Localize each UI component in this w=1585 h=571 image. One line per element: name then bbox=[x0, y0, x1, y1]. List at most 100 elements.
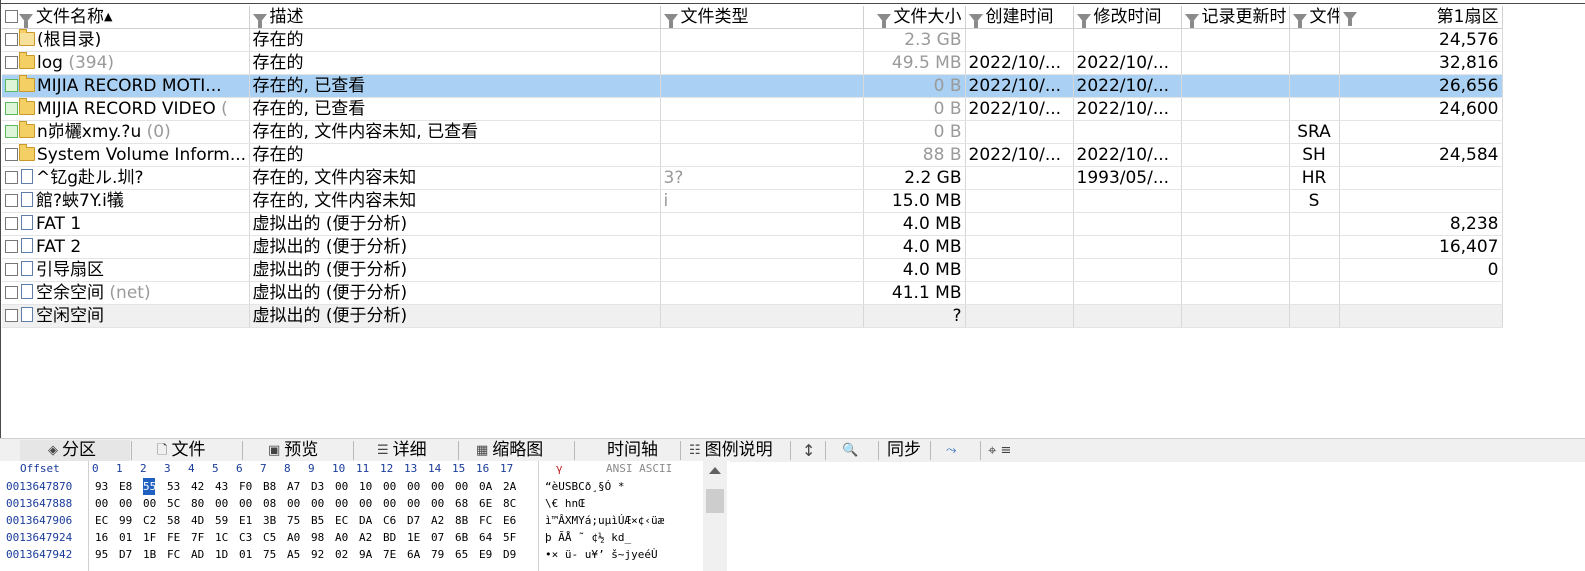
column-header-record-updated[interactable]: 记录更新时 bbox=[1181, 6, 1290, 29]
row-checkbox[interactable] bbox=[5, 79, 18, 92]
row-checkbox[interactable] bbox=[5, 102, 18, 115]
column-header-type[interactable]: 文件类型 bbox=[660, 6, 864, 29]
cell-name[interactable]: 引导扇区 bbox=[2, 258, 250, 282]
hex-byte[interactable]: 1E bbox=[407, 529, 431, 546]
filter-icon[interactable] bbox=[252, 14, 267, 28]
hex-byte[interactable]: A2 bbox=[431, 512, 455, 529]
filter-icon[interactable] bbox=[663, 14, 678, 28]
table-row[interactable]: FAT 1 虚拟出的 (便于分析) 4.0 MB 8,238 bbox=[2, 212, 1503, 236]
hex-byte[interactable]: 95 bbox=[95, 546, 119, 563]
tab-preview[interactable]: ▣ 预览 bbox=[268, 440, 318, 461]
hex-byte[interactable]: 1D bbox=[215, 546, 239, 563]
hex-byte[interactable]: 1C bbox=[215, 529, 239, 546]
hex-viewer[interactable]: Offset 0 1 2 3 4 5 6 7 8 9 10 11 12 13 14 15 16 17 γ ANSI… bbox=[0, 461, 730, 571]
hex-byte[interactable]: 2A bbox=[503, 478, 527, 495]
hex-byte[interactable]: 7E bbox=[383, 546, 407, 563]
column-header-attributes[interactable]: 文件 bbox=[1289, 6, 1340, 29]
table-row[interactable]: MIJIA RECORD MOTI... 存在的, 已查看 0 B 2022/10/… bbox=[2, 74, 1503, 98]
hex-byte[interactable]: 8C bbox=[503, 495, 527, 512]
hex-byte[interactable]: 64 bbox=[479, 529, 503, 546]
hex-byte[interactable]: BD bbox=[383, 529, 407, 546]
hex-byte[interactable]: 6A bbox=[407, 546, 431, 563]
hex-byte[interactable]: 16 bbox=[95, 529, 119, 546]
row-checkbox[interactable] bbox=[5, 125, 18, 138]
hex-byte[interactable]: 01 bbox=[119, 529, 143, 546]
row-checkbox[interactable] bbox=[5, 263, 18, 276]
hex-byte[interactable]: A0 bbox=[335, 529, 359, 546]
table-row[interactable]: (根目录) 存在的 2.3 GB 24,576 bbox=[2, 28, 1503, 52]
hex-byte[interactable]: DA bbox=[359, 512, 383, 529]
hex-byte[interactable]: 07 bbox=[431, 529, 455, 546]
hex-byte[interactable]: 92 bbox=[311, 546, 335, 563]
row-checkbox[interactable] bbox=[5, 240, 18, 253]
hex-byte[interactable]: 00 bbox=[431, 495, 455, 512]
hex-byte[interactable]: 00 bbox=[335, 495, 359, 512]
scrollbar-thumb[interactable] bbox=[706, 489, 724, 513]
row-checkbox[interactable] bbox=[5, 33, 18, 46]
scroll-up-icon[interactable] bbox=[709, 467, 721, 474]
hex-byte[interactable]: 00 bbox=[383, 478, 407, 495]
hex-byte[interactable]: 7F bbox=[191, 529, 215, 546]
hex-byte[interactable]: D7 bbox=[119, 546, 143, 563]
filter-icon[interactable] bbox=[1184, 14, 1199, 28]
hex-byte[interactable]: 00 bbox=[431, 478, 455, 495]
hex-byte[interactable]: 10 bbox=[359, 478, 383, 495]
hex-byte[interactable]: 00 bbox=[95, 495, 119, 512]
hex-byte[interactable]: 02 bbox=[335, 546, 359, 563]
sync-button[interactable]: 同步 bbox=[887, 440, 921, 461]
tab-file[interactable]: 🗋 文件 bbox=[157, 440, 205, 461]
cell-name[interactable]: (根目录) bbox=[2, 28, 250, 52]
row-checkbox[interactable] bbox=[5, 309, 18, 322]
filter-icon[interactable] bbox=[1342, 12, 1357, 26]
hex-byte[interactable]: 00 bbox=[287, 495, 311, 512]
hex-byte[interactable]: F0 bbox=[239, 478, 263, 495]
table-row[interactable]: 引导扇区 虚拟出的 (便于分析) 4.0 MB 0 bbox=[2, 258, 1503, 282]
table-row[interactable]: ^钇g赴ル.圳? 存在的, 文件内容未知 3? 2.2 GB 1993/05/... H… bbox=[2, 166, 1503, 190]
column-header-first-sector[interactable]: 第1扇区 bbox=[1339, 6, 1503, 29]
hex-byte[interactable]: D9 bbox=[503, 546, 527, 563]
hex-byte[interactable]: E8 bbox=[119, 478, 143, 495]
hex-byte[interactable]: 9A bbox=[359, 546, 383, 563]
hex-byte[interactable]: 01 bbox=[239, 546, 263, 563]
hex-byte[interactable]: 00 bbox=[239, 495, 263, 512]
resize-arrows-button[interactable]: ↕ bbox=[802, 440, 815, 461]
cell-name[interactable]: 空余空间 (net) bbox=[2, 281, 250, 305]
column-header-description[interactable]: 描述 bbox=[249, 6, 661, 29]
search-folder-button[interactable]: 🔍 bbox=[842, 440, 858, 461]
hex-byte[interactable]: B5 bbox=[311, 512, 335, 529]
hex-byte[interactable]: 00 bbox=[455, 478, 479, 495]
row-checkbox[interactable] bbox=[5, 148, 18, 161]
cell-name[interactable]: 空闲空间 bbox=[2, 304, 250, 328]
tab-thumbnail[interactable]: ▦ 缩略图 bbox=[476, 440, 543, 461]
hex-byte[interactable]: E1 bbox=[239, 512, 263, 529]
table-row[interactable]: n峁欐xmy.?u (0) 存在的, 文件内容未知, 已查看 0 B SRA bbox=[2, 120, 1503, 144]
hex-byte[interactable]: 00 bbox=[359, 495, 383, 512]
hex-byte[interactable]: 00 bbox=[143, 495, 167, 512]
hex-byte[interactable]: FC bbox=[167, 546, 191, 563]
hex-byte[interactable]: 1B bbox=[143, 546, 167, 563]
hex-byte[interactable]: 0A bbox=[479, 478, 503, 495]
hex-byte[interactable]: 00 bbox=[383, 495, 407, 512]
row-checkbox[interactable] bbox=[5, 194, 18, 207]
filter-icon[interactable] bbox=[19, 14, 33, 28]
tab-legend[interactable]: ☷ 图例说明 bbox=[689, 440, 773, 461]
hex-byte[interactable]: C2 bbox=[143, 512, 167, 529]
hex-byte[interactable]: EC bbox=[95, 512, 119, 529]
hex-byte[interactable]: EC bbox=[335, 512, 359, 529]
hex-byte[interactable]: 00 bbox=[407, 495, 431, 512]
sync-mode-button[interactable]: ⤳ bbox=[946, 440, 956, 461]
hex-byte[interactable]: 79 bbox=[431, 546, 455, 563]
hex-byte[interactable]: 00 bbox=[311, 495, 335, 512]
column-header-created[interactable]: 创建时间 bbox=[965, 6, 1074, 29]
hex-byte[interactable]: 65 bbox=[455, 546, 479, 563]
hex-byte[interactable]: 59 bbox=[215, 512, 239, 529]
tab-details[interactable]: ☰ 详细 bbox=[377, 440, 427, 461]
hex-byte[interactable]: 75 bbox=[287, 512, 311, 529]
row-checkbox[interactable] bbox=[5, 286, 18, 299]
hex-byte[interactable]: E9 bbox=[479, 546, 503, 563]
table-row[interactable]: System Volume Inform... 存在的 88 B 2022/10/.… bbox=[2, 143, 1503, 167]
hex-byte[interactable]: 6B bbox=[455, 529, 479, 546]
hex-byte[interactable]: 3B bbox=[263, 512, 287, 529]
hex-byte[interactable]: 53 bbox=[167, 478, 191, 495]
filter-icon[interactable] bbox=[876, 14, 891, 28]
